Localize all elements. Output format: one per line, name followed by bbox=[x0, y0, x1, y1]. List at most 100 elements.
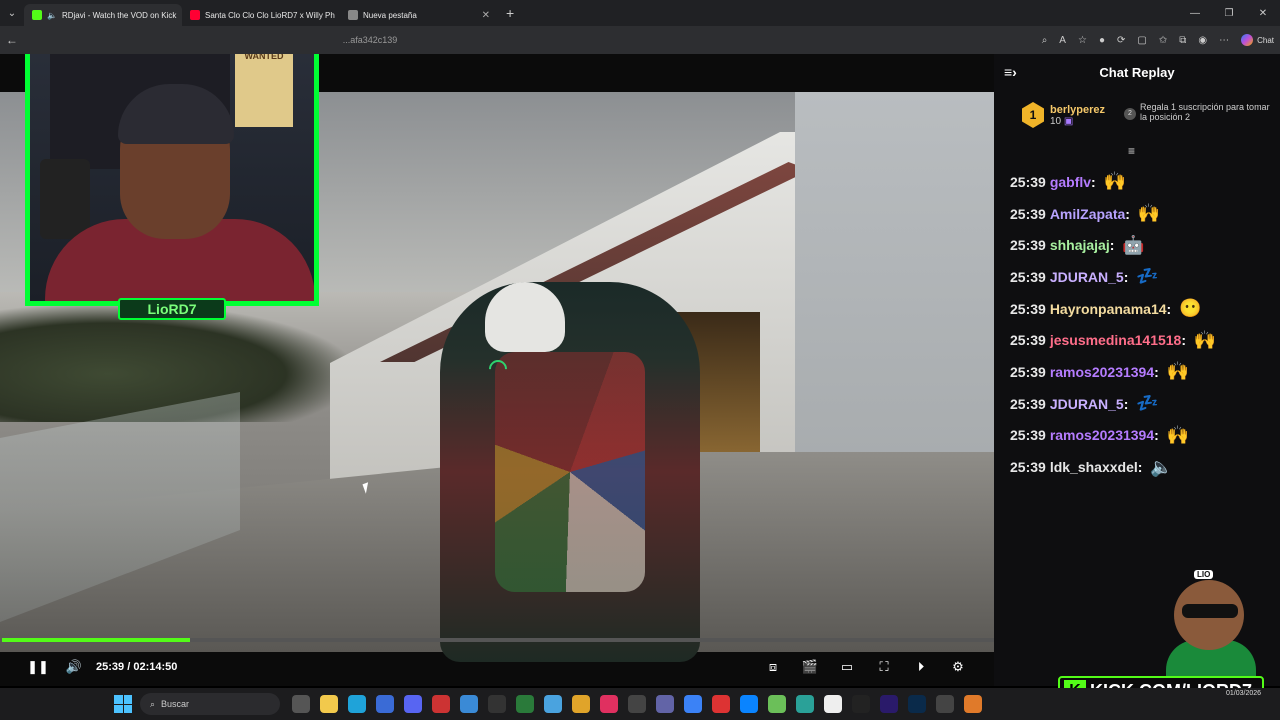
message-username[interactable]: ldk_shaxxdel bbox=[1050, 459, 1138, 475]
minimize-icon[interactable]: — bbox=[1178, 8, 1212, 19]
gift-sub-prompt[interactable]: 2 Regala 1 suscripción para tomar la pos… bbox=[1124, 102, 1274, 122]
message-username[interactable]: ramos20231394 bbox=[1050, 364, 1154, 380]
app-icon[interactable] bbox=[628, 695, 646, 713]
app-icon[interactable] bbox=[796, 695, 814, 713]
app-icon[interactable] bbox=[936, 695, 954, 713]
epic-games-icon[interactable] bbox=[488, 695, 506, 713]
collections-icon[interactable]: ⧉ bbox=[1179, 35, 1186, 46]
tab-youtube[interactable]: Santa Clo Clo Clo LioRD7 x Willy Ph ✕ bbox=[182, 4, 340, 26]
progress-bar[interactable] bbox=[2, 638, 994, 642]
window-controls: — ❐ ✕ bbox=[1178, 8, 1280, 19]
file-explorer-icon[interactable] bbox=[320, 695, 338, 713]
miniplayer-icon[interactable]: ⧈ bbox=[763, 657, 783, 677]
windows-start-icon[interactable] bbox=[114, 695, 132, 713]
teams-icon[interactable] bbox=[656, 695, 674, 713]
profile-avatar-icon[interactable]: ◉ bbox=[1198, 35, 1207, 46]
chat-filter-icon[interactable]: ≡ bbox=[1128, 144, 1135, 158]
taskbar-search[interactable]: ⌕ Buscar bbox=[140, 693, 280, 715]
app-icon[interactable] bbox=[852, 695, 870, 713]
duration: 02:14:50 bbox=[133, 661, 178, 673]
message-username[interactable]: JDURAN_5 bbox=[1050, 269, 1124, 285]
app-icon[interactable] bbox=[516, 695, 534, 713]
message-username[interactable]: ramos20231394 bbox=[1050, 427, 1154, 443]
toolbar-icons: ⌕ A ☆ ● ⟳ ▢ ✩ ⧉ ◉ ⋯ Chat bbox=[1042, 34, 1280, 46]
chat-message: 25:39 shhajajaj: 🤖 bbox=[1010, 229, 1276, 261]
tab-actions-menu[interactable]: ⌄ bbox=[0, 0, 24, 26]
favorite-star-icon[interactable]: ☆ bbox=[1078, 35, 1087, 46]
message-username[interactable]: JDURAN_5 bbox=[1050, 396, 1124, 412]
message-colon: : bbox=[1123, 395, 1129, 412]
settings-gear-icon[interactable]: ⚙ bbox=[948, 657, 968, 677]
chat-message: 25:39 ramos20231394: 🙌 bbox=[1010, 356, 1276, 388]
store-icon[interactable] bbox=[376, 695, 394, 713]
url-field[interactable]: ...afa342c139 bbox=[319, 30, 1042, 50]
taskbar-clock[interactable]: 01/03/2026 bbox=[1226, 690, 1261, 697]
theater-mode-icon[interactable]: ▭ bbox=[837, 657, 857, 677]
message-colon: : bbox=[1181, 332, 1187, 349]
message-username[interactable]: jesusmedina141518 bbox=[1050, 332, 1182, 348]
task-view-icon[interactable] bbox=[292, 695, 310, 713]
chrome-icon[interactable] bbox=[572, 695, 590, 713]
app-icon[interactable] bbox=[432, 695, 450, 713]
app-icon[interactable] bbox=[460, 695, 478, 713]
split-screen-icon[interactable]: ▢ bbox=[1137, 35, 1146, 46]
message-username[interactable]: gabflv bbox=[1050, 174, 1091, 190]
streamer-webcam: WANTED bbox=[25, 54, 319, 306]
message-timestamp: 25:39 bbox=[1010, 332, 1046, 349]
back-arrow-icon[interactable]: ← bbox=[0, 33, 24, 47]
speaker-icon[interactable]: 🔈 bbox=[47, 11, 57, 20]
clip-icon[interactable]: 🎬 bbox=[800, 657, 820, 677]
gifter-count: 10 ▣ bbox=[1050, 115, 1074, 127]
restore-icon[interactable]: ❐ bbox=[1212, 8, 1246, 19]
app-icon[interactable] bbox=[740, 695, 758, 713]
copilot-chat-button[interactable]: Chat bbox=[1241, 34, 1274, 46]
zoom-icon[interactable]: ⌕ bbox=[1042, 35, 1048, 46]
fullscreen-icon[interactable]: ⛶ bbox=[874, 657, 894, 677]
app-icon[interactable] bbox=[824, 695, 842, 713]
photoshop-icon[interactable] bbox=[908, 695, 926, 713]
message-timestamp: 25:39 bbox=[1010, 395, 1046, 412]
chat-message: 25:39 ramos20231394: 🙌 bbox=[1010, 420, 1276, 452]
app-icon[interactable] bbox=[712, 695, 730, 713]
edge-icon[interactable] bbox=[348, 695, 366, 713]
message-username[interactable]: shhajajaj bbox=[1050, 237, 1110, 253]
player-right-controls: ⧈ 🎬 ▭ ⛶ ⏵ ⚙ bbox=[763, 657, 994, 677]
app-icon[interactable] bbox=[768, 695, 786, 713]
refresh-icon[interactable]: ⟳ bbox=[1117, 35, 1125, 46]
message-colon: : bbox=[1137, 459, 1143, 476]
new-tab-button[interactable]: + bbox=[506, 5, 514, 21]
video-player[interactable]: WANTED LioRD7 ❚❚ 🔊 25:39 / 02:14:50 ⧈ 🎬 … bbox=[0, 54, 994, 686]
message-username[interactable]: AmilZapata bbox=[1050, 206, 1125, 222]
message-timestamp: 25:39 bbox=[1010, 363, 1046, 380]
premiere-icon[interactable] bbox=[880, 695, 898, 713]
search-icon: ⌕ bbox=[150, 698, 156, 709]
tab-new[interactable]: Nueva pestaña ✕ bbox=[340, 4, 498, 26]
pause-icon[interactable]: ❚❚ bbox=[27, 657, 49, 677]
more-menu-icon[interactable]: ⋯ bbox=[1219, 35, 1229, 46]
message-username[interactable]: Hayronpanama14 bbox=[1050, 301, 1167, 317]
close-window-icon[interactable]: ✕ bbox=[1246, 8, 1280, 19]
read-aloud-icon[interactable]: A bbox=[1059, 35, 1066, 46]
copilot-label: Chat bbox=[1257, 35, 1274, 45]
rank-2-badge: 2 bbox=[1124, 108, 1136, 120]
tiktok-icon[interactable] bbox=[600, 695, 618, 713]
message-colon: : bbox=[1125, 205, 1130, 222]
tab-kick-vod[interactable]: 🔈 RDjavi - Watch the VOD on Kick bbox=[24, 4, 182, 26]
favorites-icon[interactable]: ✩ bbox=[1159, 35, 1167, 46]
message-timestamp: 25:39 bbox=[1010, 173, 1046, 190]
close-tab-icon[interactable]: ✕ bbox=[482, 10, 490, 21]
app-icon[interactable] bbox=[964, 695, 982, 713]
app-icon[interactable] bbox=[684, 695, 702, 713]
extension-icon[interactable]: ● bbox=[1099, 35, 1105, 46]
address-bar-row: ← ...afa342c139 ⌕ A ☆ ● ⟳ ▢ ✩ ⧉ ◉ ⋯ Chat bbox=[0, 26, 1280, 54]
volume-icon[interactable]: 🔊 bbox=[64, 657, 84, 677]
collapse-chat-icon[interactable]: ≡› bbox=[1004, 64, 1017, 80]
player-controls: ❚❚ 🔊 25:39 / 02:14:50 ⧈ 🎬 ▭ ⛶ ⏵ ⚙ bbox=[0, 650, 994, 684]
jacket-art bbox=[495, 352, 645, 592]
app-icon[interactable] bbox=[544, 695, 562, 713]
speed-icon[interactable]: ⏵ bbox=[911, 657, 931, 677]
top-gifter[interactable]: 1 berlyperez 10 ▣ bbox=[1022, 102, 1105, 128]
current-time: 25:39 bbox=[96, 661, 125, 673]
discord-icon[interactable] bbox=[404, 695, 422, 713]
tab-label: Santa Clo Clo Clo LioRD7 x Willy Ph bbox=[205, 10, 335, 20]
